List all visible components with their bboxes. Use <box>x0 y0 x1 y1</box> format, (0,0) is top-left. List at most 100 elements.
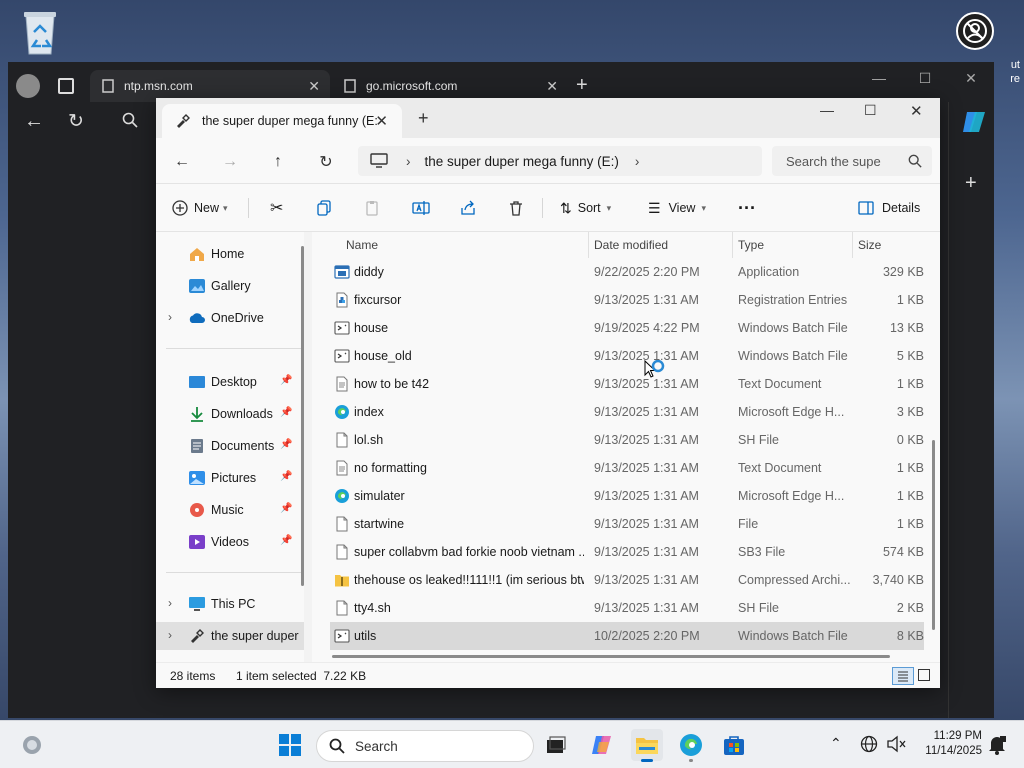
nav-item-downloads[interactable]: Downloads 📌 <box>156 400 304 428</box>
tiles-view-icon[interactable] <box>918 669 930 681</box>
copilot-icon[interactable] <box>586 729 618 761</box>
chevron-right-icon[interactable]: › <box>168 628 172 642</box>
new-tab-icon[interactable]: + <box>576 74 588 97</box>
search-input[interactable]: Search the supe <box>772 146 932 176</box>
file-row[interactable]: utils 10/2/2025 2:20 PM Windows Batch File… <box>330 622 924 650</box>
more-options-icon[interactable]: ··· <box>738 196 756 220</box>
tab-actions-icon[interactable] <box>58 78 74 94</box>
column-header-name[interactable]: Name <box>346 238 378 252</box>
running-indicator <box>689 759 693 762</box>
close-tab-icon[interactable]: ✕ <box>375 112 388 130</box>
file-size: 574 KB <box>882 545 924 559</box>
add-icon[interactable]: + <box>965 172 977 195</box>
up-icon[interactable]: ↑ <box>266 150 290 174</box>
copy-icon[interactable] <box>316 196 332 220</box>
file-row[interactable]: super collabvm bad forkie noob vietnam .… <box>330 538 924 566</box>
details-button[interactable]: Details <box>858 196 920 220</box>
search-icon[interactable] <box>122 112 138 128</box>
file-row[interactable]: no formatting 9/13/2025 1:31 AM Text Docum… <box>330 454 924 482</box>
nav-item-onedrive[interactable]: › OneDrive <box>156 304 304 332</box>
file-row[interactable]: house 9/19/2025 4:22 PM Windows Batch File… <box>330 314 924 342</box>
back-icon[interactable]: ← <box>170 150 194 174</box>
file-row[interactable]: lol.sh 9/13/2025 1:31 AM SH File 0 KB <box>330 426 924 454</box>
nav-item-pictures[interactable]: Pictures 📌 <box>156 464 304 492</box>
file-row[interactable]: house_old 9/13/2025 1:31 AM Windows Batch … <box>330 342 924 370</box>
file-row[interactable]: tty4.sh 9/13/2025 1:31 AM SH File 2 KB <box>330 594 924 622</box>
cut-icon[interactable]: ✂ <box>270 196 283 220</box>
nav-item-home[interactable]: Home <box>156 240 304 268</box>
new-tab-icon[interactable]: + <box>418 108 429 129</box>
file-row[interactable]: simulater 9/13/2025 1:31 AM Microsoft Edge… <box>330 482 924 510</box>
rename-icon[interactable] <box>412 196 430 220</box>
nav-item-gallery[interactable]: Gallery <box>156 272 304 300</box>
refresh-icon[interactable]: ↻ <box>68 110 84 133</box>
maximize-icon[interactable]: ☐ <box>864 102 877 119</box>
close-tab-icon[interactable]: ✕ <box>546 78 558 95</box>
clock[interactable]: 11:29 PM 11/14/2025 <box>918 729 982 759</box>
file-row[interactable]: diddy 9/22/2025 2:20 PM Application 329 KB <box>330 258 924 286</box>
file-row[interactable]: fixcursor 9/13/2025 1:31 AM Registration E… <box>330 286 924 314</box>
file-size: 3 KB <box>896 405 924 419</box>
column-header-type[interactable]: Type <box>738 238 764 252</box>
chevron-right-icon[interactable]: › <box>168 310 172 324</box>
breadcrumb[interactable]: the super duper mega funny (E:) <box>425 154 619 169</box>
notification-icon[interactable] <box>988 735 1006 755</box>
nav-item-this-pc[interactable]: › This PC <box>156 590 304 618</box>
explorer-tab[interactable]: the super duper mega funny (E: ✕ <box>162 104 402 138</box>
paste-icon[interactable] <box>364 196 380 220</box>
edge-icon[interactable] <box>675 729 707 762</box>
start-icon[interactable] <box>274 729 306 761</box>
horizontal-scrollbar[interactable] <box>332 655 890 658</box>
nav-item-drive-e[interactable]: › the super duper <box>156 622 304 650</box>
file-row[interactable]: startwine 9/13/2025 1:31 AM File 1 KB <box>330 510 924 538</box>
view-button[interactable]: ☰ View ▾ <box>648 196 706 220</box>
nav-item-music[interactable]: Music 📌 <box>156 496 304 524</box>
minimize-icon[interactable]: — <box>820 102 834 118</box>
weather-icon[interactable] <box>16 729 48 761</box>
store-icon[interactable] <box>718 729 750 761</box>
refresh-icon[interactable]: ↻ <box>314 150 338 174</box>
back-icon[interactable]: ← <box>24 110 44 133</box>
minimize-icon[interactable]: — <box>864 70 894 86</box>
new-button[interactable]: New ▾ <box>172 196 228 220</box>
chevron-up-icon[interactable]: ⌃ <box>830 735 842 752</box>
column-header-size[interactable]: Size <box>858 238 881 252</box>
file-explorer-taskbar-icon[interactable] <box>631 729 663 762</box>
maximize-icon[interactable]: ☐ <box>910 70 940 87</box>
nav-item-desktop[interactable]: Desktop 📌 <box>156 368 304 396</box>
breadcrumb-chevron-icon[interactable]: › <box>635 154 640 169</box>
recycle-bin-icon[interactable] <box>20 8 60 56</box>
file-name: no formatting <box>354 461 427 475</box>
sort-button[interactable]: ⇅ Sort ▾ <box>560 196 611 220</box>
share-icon[interactable] <box>460 196 476 220</box>
divider <box>852 232 853 258</box>
view-icon: ☰ <box>648 199 661 216</box>
file-size: 5 KB <box>896 349 924 363</box>
taskbar-search[interactable]: Search <box>316 730 534 762</box>
column-header-date[interactable]: Date modified <box>594 238 668 252</box>
file-row[interactable]: thehouse os leaked!!111!!1 (im serious b… <box>330 566 924 594</box>
volume-muted-icon[interactable] <box>886 735 906 753</box>
close-window-icon[interactable]: ✕ <box>956 70 986 87</box>
nav-scrollbar[interactable] <box>301 246 304 586</box>
file-row[interactable]: index 9/13/2025 1:31 AM Microsoft Edge H..… <box>330 398 924 426</box>
divider <box>248 198 249 218</box>
nav-item-videos[interactable]: Videos 📌 <box>156 528 304 556</box>
close-window-icon[interactable]: ✕ <box>910 102 923 120</box>
delete-icon[interactable] <box>508 196 524 220</box>
details-view-icon[interactable] <box>892 667 914 685</box>
chevron-right-icon[interactable]: › <box>168 596 172 610</box>
forward-icon[interactable]: → <box>218 150 242 174</box>
language-icon[interactable] <box>860 735 878 753</box>
file-list-scrollbar[interactable] <box>932 440 935 630</box>
file-size: 1 KB <box>896 377 924 391</box>
profile-icon[interactable] <box>16 74 40 98</box>
file-row[interactable]: how to be t42 9/13/2025 1:31 AM Text Docum… <box>330 370 924 398</box>
file-size: 329 KB <box>882 265 924 279</box>
close-tab-icon[interactable]: ✕ <box>308 78 320 95</box>
address-bar[interactable]: › the super duper mega funny (E:) › <box>358 146 762 176</box>
task-view-icon[interactable] <box>540 729 572 761</box>
copilot-icon[interactable] <box>961 110 987 134</box>
account-icon[interactable] <box>956 12 994 50</box>
nav-item-documents[interactable]: Documents 📌 <box>156 432 304 460</box>
